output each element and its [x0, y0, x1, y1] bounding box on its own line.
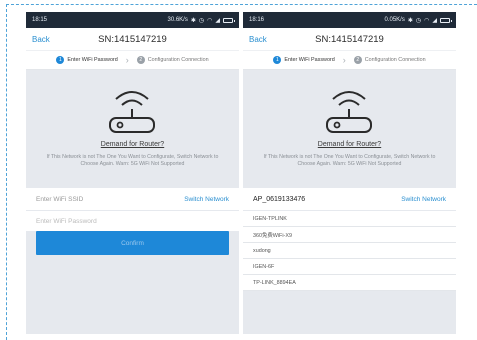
ssid-value: AP_0619133476: [253, 195, 306, 203]
status-indicators: 0.05K/s ✱ ◷ ◠ ◢: [384, 17, 452, 24]
wifi-icon: ◠: [424, 17, 430, 24]
password-field[interactable]: Enter WiFi Password: [26, 211, 239, 231]
router-wifi-icon: [109, 91, 155, 133]
status-bar: 18:15 30.6K/s ✱ ◷ ◠ ◢: [26, 12, 239, 28]
step-2-badge: 2: [136, 56, 145, 64]
switch-network-button[interactable]: Switch Network: [184, 196, 229, 203]
signal-icon: ◢: [432, 17, 437, 24]
network-item[interactable]: 360免费WiFi-X9: [243, 227, 456, 243]
status-time: 18:16: [249, 17, 265, 23]
battery-icon: [440, 17, 452, 23]
ssid-placeholder: Enter WiFi SSID: [36, 195, 84, 203]
router-wifi-icon: [326, 91, 372, 133]
alarm-icon: ◷: [415, 17, 422, 24]
phone-screen-network-list: 18:16 0.05K/s ✱ ◷ ◠ ◢ Back SN:1415147219…: [243, 12, 456, 334]
step-1-badge: 1: [56, 56, 65, 64]
network-item[interactable]: IGEN-TPLINK: [243, 211, 456, 227]
ssid-field[interactable]: Enter WiFi SSID Switch Network: [26, 188, 239, 210]
step-indicator: 1 Enter WiFi Password › 2 Configuration …: [26, 50, 239, 70]
nav-bar: Back SN:1415147219: [26, 28, 239, 50]
bluetooth-icon: ✱: [190, 17, 196, 24]
hero-section: Demand for Router? If This Network is no…: [243, 71, 456, 187]
step-2-badge: 2: [353, 56, 362, 64]
step-2-label: Configuration Connection: [364, 57, 426, 63]
page-title: SN:1415147219: [98, 33, 167, 45]
confirm-button[interactable]: Confirm: [36, 231, 229, 255]
dashed-border-top: [6, 4, 477, 5]
page-title: SN:1415147219: [315, 33, 384, 45]
step-2-label: Configuration Connection: [147, 57, 209, 63]
network-item[interactable]: IGEN-6F: [243, 259, 456, 275]
ssid-field[interactable]: AP_0619133476 Switch Network: [243, 188, 456, 210]
nav-bar: Back SN:1415147219: [243, 28, 456, 50]
back-button[interactable]: Back: [32, 35, 50, 44]
hero-section: Demand for Router? If This Network is no…: [26, 71, 239, 187]
network-note: If This Network is not The One You Want …: [46, 154, 219, 167]
network-item[interactable]: TP-LINK_8894EA: [243, 275, 456, 291]
battery-icon: [223, 17, 235, 23]
status-indicators: 30.6K/s ✱ ◷ ◠ ◢: [167, 17, 235, 24]
alarm-icon: ◷: [198, 17, 205, 24]
network-list: IGEN-TPLINK 360免费WiFi-X9 xudong IGEN-6F …: [243, 211, 456, 291]
step-indicator: 1 Enter WiFi Password › 2 Configuration …: [243, 50, 456, 70]
password-placeholder: Enter WiFi Password: [36, 217, 97, 225]
network-rate: 0.05K/s: [384, 17, 405, 23]
bluetooth-icon: ✱: [407, 17, 413, 24]
step-1-badge: 1: [273, 56, 282, 64]
dashed-border-left: [6, 4, 7, 340]
network-item[interactable]: xudong: [243, 243, 456, 259]
status-time: 18:15: [32, 17, 48, 23]
network-note: If This Network is not The One You Want …: [263, 154, 436, 167]
network-rate: 30.6K/s: [167, 17, 188, 23]
demand-router-link[interactable]: Demand for Router?: [26, 141, 239, 148]
phone-screen-password: 18:15 30.6K/s ✱ ◷ ◠ ◢ Back SN:1415147219…: [26, 12, 239, 334]
demand-router-link[interactable]: Demand for Router?: [243, 141, 456, 148]
switch-network-button[interactable]: Switch Network: [401, 196, 446, 203]
status-bar: 18:16 0.05K/s ✱ ◷ ◠ ◢: [243, 12, 456, 28]
chevron-right-icon: ›: [342, 54, 346, 65]
chevron-right-icon: ›: [125, 54, 129, 65]
wifi-icon: ◠: [207, 17, 213, 24]
signal-icon: ◢: [215, 17, 220, 24]
step-1-label: Enter WiFi Password: [284, 57, 335, 63]
back-button[interactable]: Back: [249, 35, 267, 44]
screenshot-canvas: 18:15 30.6K/s ✱ ◷ ◠ ◢ Back SN:1415147219…: [0, 0, 477, 340]
step-1-label: Enter WiFi Password: [67, 57, 118, 63]
